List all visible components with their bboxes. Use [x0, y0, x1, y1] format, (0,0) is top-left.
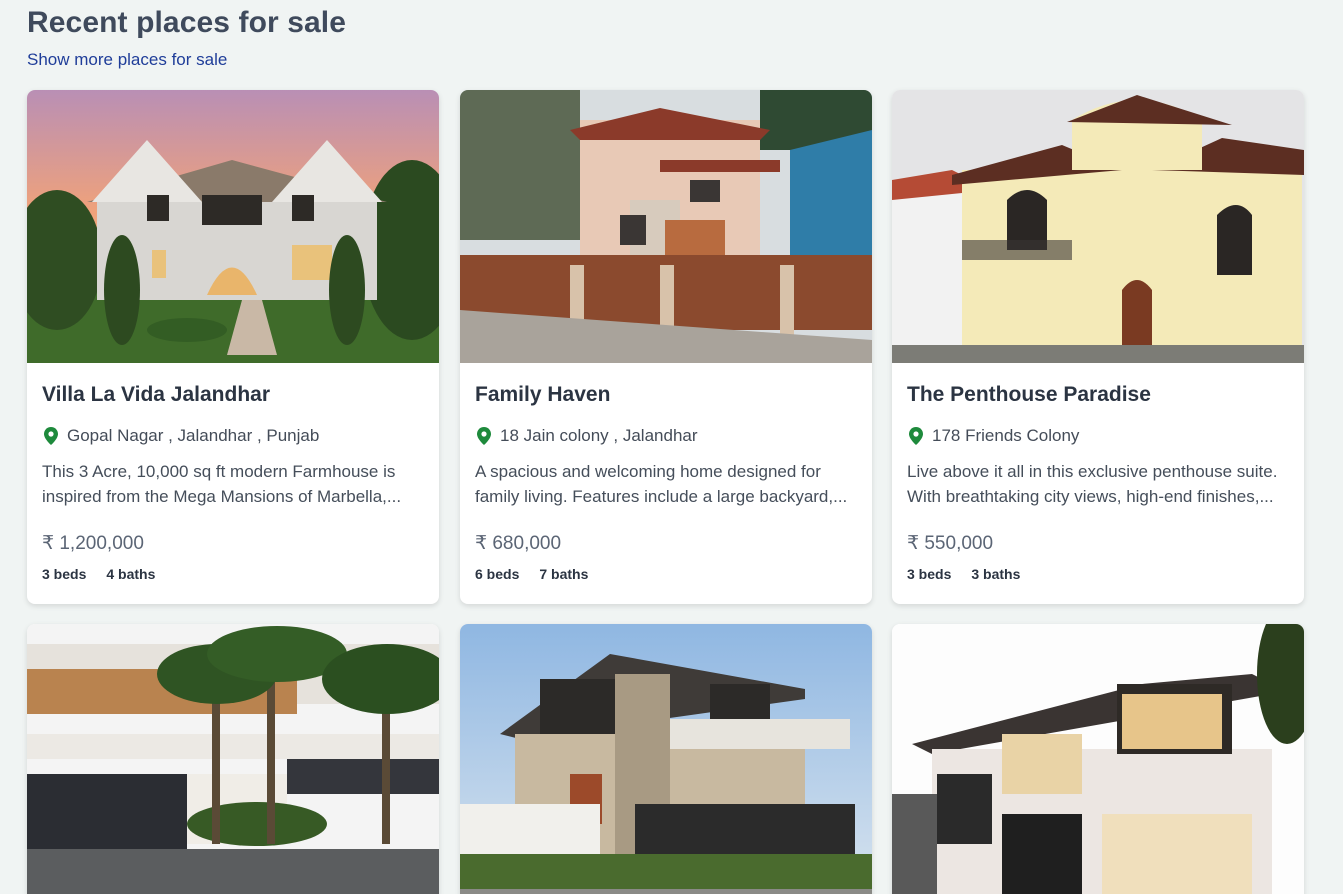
listing-location: 178 Friends Colony — [907, 425, 1289, 447]
listing-card[interactable]: Villa La Vida Jalandhar Gopal Nagar , Ja… — [27, 90, 439, 604]
listing-photo — [460, 90, 872, 363]
listing-location-text: 178 Friends Colony — [932, 426, 1080, 445]
listing-photo — [460, 624, 872, 894]
listing-card[interactable]: The Penthouse Paradise 178 Friends Colon… — [892, 90, 1304, 604]
show-more-link[interactable]: Show more places for sale — [27, 50, 227, 70]
listing-title: Villa La Vida Jalandhar — [42, 383, 270, 406]
listing-location: 18 Jain colony , Jalandhar — [475, 425, 857, 447]
listing-beds: 6 beds — [475, 566, 520, 582]
listing-card[interactable] — [27, 624, 439, 894]
listing-description: Live above it all in this exclusive pent… — [907, 462, 1278, 506]
listing-card[interactable] — [460, 624, 872, 894]
listing-description: A spacious and welcoming home designed f… — [475, 462, 848, 506]
listing-price: ₹ 1,200,000 — [42, 533, 144, 554]
map-pin-icon — [477, 427, 491, 445]
listing-photo — [892, 90, 1304, 363]
listing-photo — [892, 624, 1304, 894]
map-pin-icon — [909, 427, 923, 445]
listing-photo — [27, 90, 439, 363]
page-title: Recent places for sale — [27, 6, 347, 39]
listing-price: ₹ 550,000 — [907, 533, 994, 554]
listing-beds: 3 beds — [42, 566, 87, 582]
listing-price: ₹ 680,000 — [475, 533, 562, 554]
listing-title: The Penthouse Paradise — [907, 383, 1151, 406]
listing-location-text: 18 Jain colony , Jalandhar — [500, 426, 698, 445]
listing-specs: 6 beds 7 baths — [475, 566, 857, 582]
listings-page: Recent places for sale Show more places … — [0, 0, 1343, 894]
listing-beds: 3 beds — [907, 566, 952, 582]
listing-photo — [27, 624, 439, 894]
listing-specs: 3 beds 4 baths — [42, 566, 424, 582]
listing-specs: 3 beds 3 baths — [907, 566, 1289, 582]
listing-card[interactable] — [892, 624, 1304, 894]
listing-title: Family Haven — [475, 383, 611, 406]
listing-card[interactable]: Family Haven 18 Jain colony , Jalandhar … — [460, 90, 872, 604]
map-pin-icon — [44, 427, 58, 445]
listing-baths: 4 baths — [106, 566, 156, 582]
listing-location: Gopal Nagar , Jalandhar , Punjab — [42, 425, 424, 447]
listing-baths: 3 baths — [971, 566, 1021, 582]
listing-description: This 3 Acre, 10,000 sq ft modern Farmhou… — [42, 462, 402, 506]
listing-baths: 7 baths — [539, 566, 589, 582]
listing-location-text: Gopal Nagar , Jalandhar , Punjab — [67, 426, 320, 445]
